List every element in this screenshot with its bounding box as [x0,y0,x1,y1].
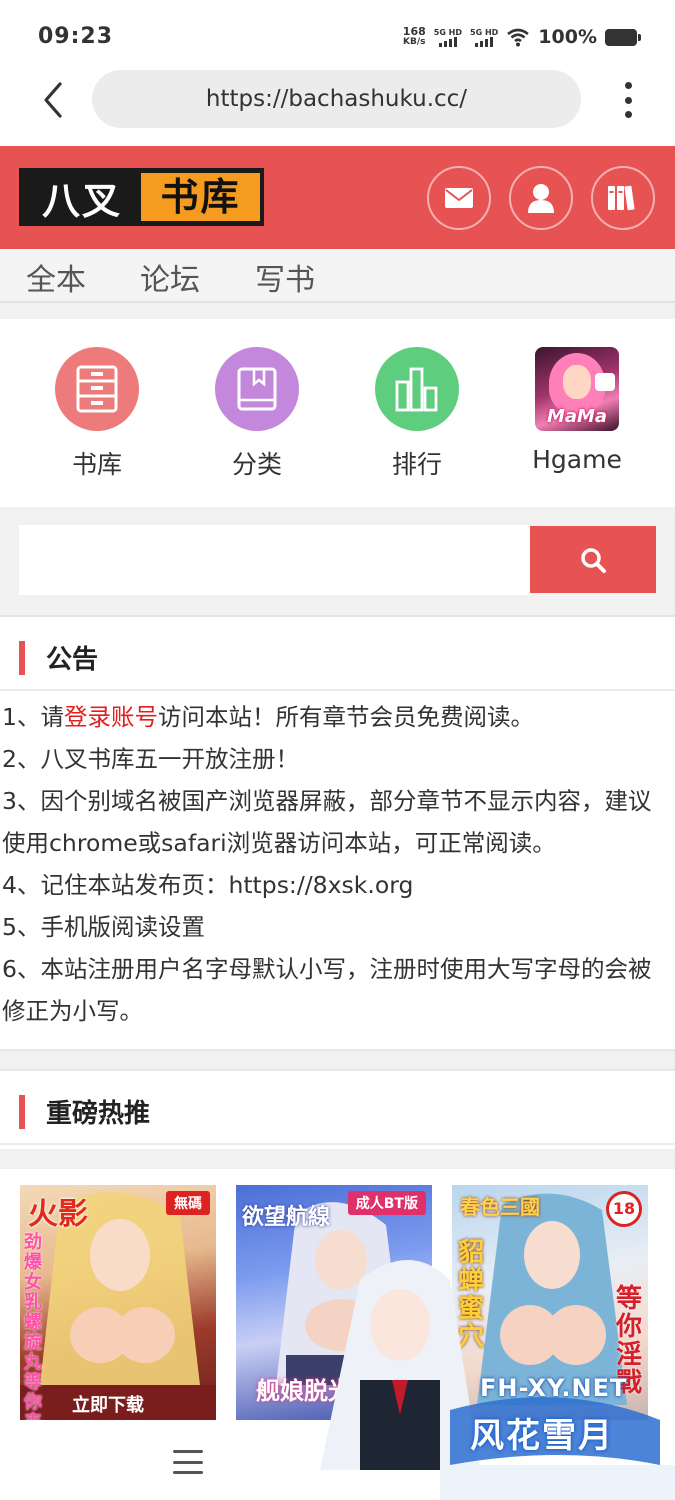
section-marker [19,1095,25,1129]
search-button[interactable] [530,526,656,593]
sim1-signal-icon: 5G HD [434,28,462,47]
network-speed-value: 168 [402,25,426,38]
logo-text-primary: 八叉 [41,178,122,223]
logo-text-secondary: 书库 [141,173,260,221]
quick-link-hgame[interactable]: MaMa Hgame [512,347,642,474]
announcement-line[interactable]: 5、手机版阅读设置 [2,906,675,948]
quick-link-library[interactable]: 书库 [32,347,162,481]
battery-icon [605,28,641,46]
site-header: 八叉 书库 [0,146,675,249]
login-link[interactable]: 登录账号 [64,703,158,731]
announcement-line: 6、本站注册用户名字母默认小写，注册时使用大写字母的会被修正为小写。 [2,955,652,1025]
back-arrow-icon[interactable] [36,80,72,120]
bookshelf-icon [55,347,139,431]
sim1-label: 5G HD [433,27,463,37]
quick-link-ranking[interactable]: 排行 [352,347,482,481]
quick-link-label: Hgame [532,445,622,474]
quick-link-label: 分类 [231,450,282,479]
cover-badge: 無碼 [166,1191,210,1215]
divider [0,1049,675,1071]
watermark-url: FH-XY.NET [480,1374,628,1402]
book-icon [215,347,299,431]
bar-chart-icon [375,347,459,431]
watermark-overlay: FH-XY.NET 风花雪月 [300,1240,675,1500]
featured-header: 重磅热推 [0,1073,675,1145]
mail-icon [445,188,473,208]
browser-toolbar: https://bachashuku.cc/ [0,70,675,130]
address-bar[interactable]: https://bachashuku.cc/ [92,70,581,128]
announcement-line: 2、八叉书库五一开放注册！ [2,745,299,773]
menu-icon[interactable] [173,1450,203,1474]
nav-item-write[interactable]: 写书 [255,255,315,299]
user-icon [528,184,554,213]
section-title: 公告 [46,645,99,675]
cover-side-text: 劲爆女乳螺旋丸等你来 [24,1232,42,1422]
section-title: 重磅热推 [46,1099,151,1129]
watermark-title: 风花雪月 [470,1416,614,1456]
announcement-header: 公告 [0,619,675,691]
quick-link-category[interactable]: 分类 [192,347,322,481]
age-rating-badge: 18 [606,1191,642,1227]
more-menu-icon[interactable] [620,82,636,118]
sim2-label: 5G HD [470,27,499,37]
divider [0,1149,675,1169]
bookshelf-icon [608,185,635,211]
main-nav: 全本 论坛 写书 [0,249,675,303]
status-icons: 168 KB/s 5G HD 5G HD 100% [403,26,641,48]
announcement-list: 1、请登录账号访问本站！所有章节会员免费阅读。 2、八叉书库五一开放注册！ 3、… [0,693,675,1049]
announcement-line: 4、记住本站发布页：https://8xsk.org [2,871,414,899]
section-marker [19,641,25,675]
bookshelf-button[interactable] [591,166,655,230]
network-speed-unit: KB/s [403,37,426,47]
cover-title: 火影 [28,1197,88,1232]
search-icon [581,547,606,573]
network-speed: 168 KB/s [403,26,426,48]
thumbnail-text: MaMa [546,406,608,427]
sim2-signal-icon: 5G HD [470,28,498,47]
cover-bottom-text: 立即下载 [72,1395,144,1416]
quick-link-label: 书库 [71,450,122,479]
quick-link-label: 排行 [391,450,442,479]
hgame-thumbnail: MaMa [535,347,619,431]
watermark-character [320,1260,675,1500]
line-prefix: 1、请 [2,703,64,731]
search-input[interactable] [19,525,530,595]
nav-item-full[interactable]: 全本 [26,255,86,299]
site-logo[interactable]: 八叉 书库 [19,168,264,226]
message-button[interactable] [427,166,491,230]
quick-links: 书库 分类 排行 MaMa Hgame [0,319,675,507]
wifi-icon [507,28,530,47]
cover-badge: 成人BT版 [347,1191,426,1215]
nav-item-forum[interactable]: 论坛 [140,255,200,299]
battery-percent: 100% [538,26,597,48]
line-suffix: 访问本站！所有章节会员免费阅读。 [157,703,534,731]
cover-title: 春色三國 [460,1195,540,1219]
cover-card[interactable]: 無碼 火影 劲爆女乳螺旋丸等你来 立即下载 [20,1185,216,1421]
status-bar: 09:23 168 KB/s 5G HD 5G HD 100% [0,0,675,72]
clock: 09:23 [38,24,114,49]
user-button[interactable] [509,166,573,230]
divider [0,303,675,319]
cover-title: 欲望航線 [242,1205,331,1230]
announcement-line: 1、请登录账号访问本站！所有章节会员免费阅读。 [2,696,675,738]
announcement-line: 3、因个别域名被国产浏览器屏蔽，部分章节不显示内容，建议使用chrome或saf… [2,787,652,857]
